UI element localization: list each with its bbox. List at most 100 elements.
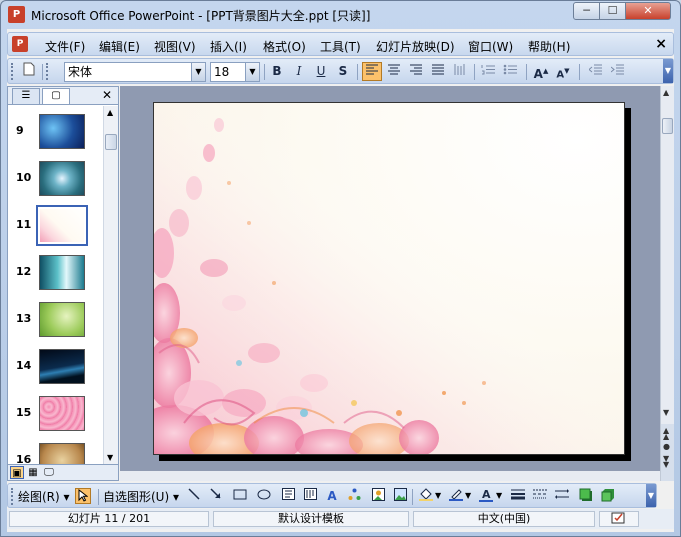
list-item[interactable]: 10	[8, 159, 104, 199]
list-item[interactable]: 9	[8, 112, 104, 152]
list-item[interactable]: 15	[8, 394, 104, 434]
slide-thumbnail[interactable]	[39, 255, 85, 290]
increase-font-icon[interactable]: A▲	[531, 62, 551, 81]
chevron-down-icon[interactable]: ▼	[435, 491, 441, 500]
spelling-check-icon[interactable]	[599, 511, 639, 527]
tab-slides[interactable]: ▢	[42, 88, 70, 104]
insert-picture-icon[interactable]	[392, 488, 408, 504]
slide-thumbnail[interactable]	[39, 349, 85, 384]
wordart-icon[interactable]: A	[324, 488, 340, 504]
line-color-icon[interactable]	[448, 488, 464, 504]
toolbar-grip[interactable]	[11, 488, 14, 505]
font-color-icon[interactable]: A	[478, 488, 494, 504]
slide-thumbnail[interactable]	[39, 114, 85, 149]
toolbar-grip[interactable]	[11, 63, 14, 80]
toolbar-grip[interactable]	[46, 63, 49, 80]
align-left-button[interactable]	[362, 62, 382, 81]
editor-horizontal-scrollbar[interactable]	[120, 471, 660, 481]
chevron-down-icon[interactable]: ▼	[465, 491, 471, 500]
scrollbar-thumb[interactable]	[662, 118, 673, 134]
editor-vertical-scrollbar[interactable]: ▲ ▼	[660, 86, 674, 471]
text-shadow-button[interactable]: S	[333, 62, 353, 81]
vertical-text-box-icon[interactable]	[302, 488, 318, 504]
list-item[interactable]: 16	[8, 441, 104, 464]
line-style-icon[interactable]	[510, 488, 526, 504]
slide-thumbnail[interactable]	[39, 302, 85, 337]
powerpoint-app-icon[interactable]: P	[8, 6, 25, 23]
oval-tool-icon[interactable]	[256, 488, 272, 504]
fill-color-icon[interactable]	[418, 488, 434, 504]
menu-slideshow[interactable]: 幻灯片放映(D)	[376, 38, 455, 55]
shadow-style-icon[interactable]	[578, 488, 594, 504]
new-document-icon[interactable]	[19, 62, 39, 81]
current-slide[interactable]	[153, 102, 625, 455]
list-item[interactable]: 12	[8, 253, 104, 293]
design-template-status[interactable]: 默认设计模板	[213, 511, 409, 527]
clip-art-icon[interactable]	[370, 488, 386, 504]
slide-thumbnail[interactable]	[39, 396, 85, 431]
font-size-select[interactable]: 18 ▼	[210, 62, 260, 82]
slideshow-view-icon[interactable]: 🖵	[42, 466, 56, 479]
text-box-icon[interactable]	[280, 488, 296, 504]
list-item[interactable]: 13	[8, 300, 104, 340]
draw-menu-button[interactable]: 绘图(R) ▾	[18, 488, 70, 505]
tab-outline[interactable]: ☰	[12, 88, 40, 104]
menu-insert[interactable]: 插入(I)	[210, 38, 247, 55]
decrease-indent-icon[interactable]	[585, 62, 605, 81]
menu-window[interactable]: 窗口(W)	[468, 38, 513, 55]
close-document-icon[interactable]: ×	[655, 36, 667, 52]
select-pointer-icon[interactable]	[75, 488, 91, 504]
menu-tools[interactable]: 工具(T)	[320, 38, 361, 55]
slide-editor[interactable]	[120, 86, 660, 471]
scroll-down-icon[interactable]: ▼	[663, 408, 669, 417]
close-button[interactable]: ✕	[625, 2, 671, 20]
bold-button[interactable]: B	[267, 62, 287, 81]
scroll-up-icon[interactable]: ▲	[663, 88, 669, 97]
chevron-down-icon[interactable]: ▼	[496, 491, 502, 500]
slides-scrollbar[interactable]: ▲ ▼	[103, 106, 118, 464]
slide-thumbnail[interactable]	[39, 443, 85, 464]
autoshapes-menu-button[interactable]: 自选图形(U) ▾	[103, 488, 179, 505]
rectangle-tool-icon[interactable]	[232, 488, 248, 504]
chevron-down-icon[interactable]: ▼	[245, 63, 259, 81]
underline-button[interactable]: U	[311, 62, 331, 81]
dash-style-icon[interactable]	[532, 488, 548, 504]
arrow-style-icon[interactable]	[554, 488, 570, 504]
list-item[interactable]: 14	[8, 347, 104, 387]
maximize-button[interactable]: ☐	[599, 2, 626, 20]
chevron-down-icon[interactable]: ▼	[191, 63, 205, 81]
toolbar-options-icon[interactable]: ▼	[646, 484, 656, 507]
align-right-button[interactable]	[406, 62, 426, 81]
scroll-down-icon[interactable]: ▼	[107, 453, 113, 462]
slide-sorter-view-icon[interactable]: ▦	[26, 466, 40, 479]
justify-button[interactable]	[428, 62, 448, 81]
diagram-icon[interactable]	[346, 488, 362, 504]
font-name-select[interactable]: 宋体 ▼	[64, 62, 206, 82]
previous-slide-icon[interactable]: ▲ ▲	[663, 427, 669, 441]
next-slide-icon[interactable]: ▼ ▼	[663, 455, 669, 469]
menu-edit[interactable]: 编辑(E)	[99, 38, 140, 55]
title-bar[interactable]: P Microsoft Office PowerPoint - [PPT背景图片…	[1, 1, 680, 28]
decrease-font-icon[interactable]: A▼	[553, 62, 573, 81]
scrollbar-thumb[interactable]	[105, 134, 117, 150]
arrow-tool-icon[interactable]	[208, 488, 224, 504]
close-panel-icon[interactable]: ✕	[102, 88, 112, 102]
menu-help[interactable]: 帮助(H)	[528, 38, 570, 55]
line-tool-icon[interactable]	[186, 488, 202, 504]
distribute-button[interactable]	[450, 62, 470, 81]
bullets-button[interactable]	[500, 62, 520, 81]
menu-file[interactable]: 文件(F)	[45, 38, 85, 55]
document-icon[interactable]: P	[12, 36, 28, 52]
3d-style-icon[interactable]	[600, 488, 616, 504]
align-center-button[interactable]	[384, 62, 404, 81]
menu-view[interactable]: 视图(V)	[154, 38, 196, 55]
minimize-button[interactable]: ─	[573, 2, 600, 20]
numbering-button[interactable]	[478, 62, 498, 81]
italic-button[interactable]: I	[289, 62, 309, 81]
list-item[interactable]: 11	[8, 205, 104, 246]
scroll-up-icon[interactable]: ▲	[107, 108, 113, 117]
normal-view-icon[interactable]: ▣	[10, 466, 24, 479]
slide-thumbnail[interactable]	[39, 161, 85, 196]
toolbar-options-icon[interactable]: ▼	[663, 59, 673, 83]
language-status[interactable]: 中文(中国)	[413, 511, 595, 527]
